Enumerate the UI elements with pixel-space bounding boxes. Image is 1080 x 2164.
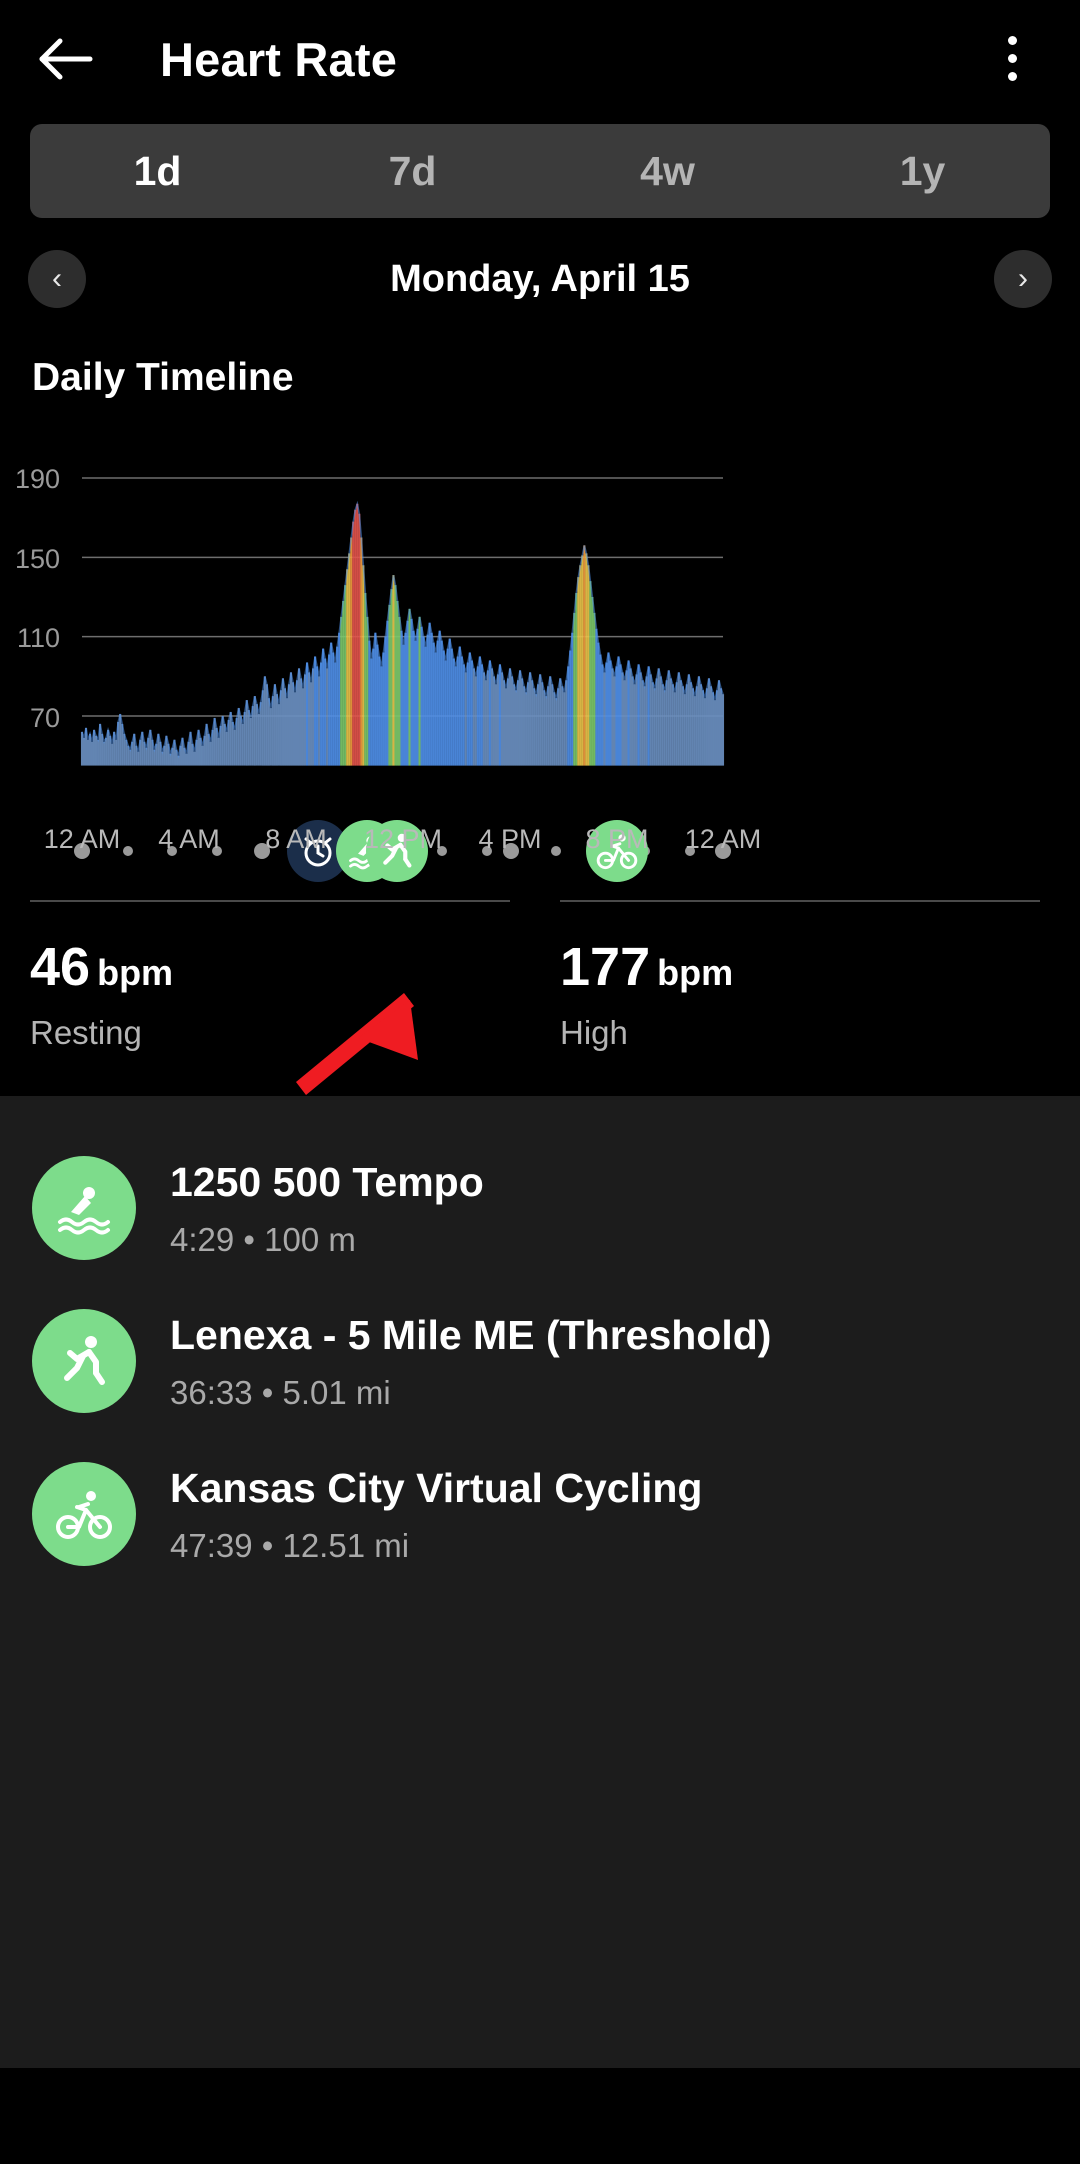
list-item[interactable]: Kansas City Virtual Cycling 47:39 • 12.5…: [0, 1438, 1080, 1590]
stat-resting: 46 bpm Resting: [30, 900, 510, 1049]
time-tick-1: 4 AM: [158, 824, 220, 854]
stat-resting-unit: bpm: [97, 952, 174, 993]
heart-rate-screen: Heart Rate 1d 7d 4w 1y ‹ Monday, April 1…: [0, 0, 1080, 2164]
activity-title: 1250 500 Tempo: [170, 1158, 484, 1205]
activity-meta: 47:39 • 12.51 mi: [170, 1527, 410, 1565]
divider: [30, 900, 510, 902]
activity-meta: 4:29 • 100 m: [170, 1221, 356, 1259]
activity-text: Lenexa - 5 Mile ME (Threshold) 36:33 • 5…: [170, 1311, 772, 1412]
activity-text: 1250 500 Tempo 4:29 • 100 m: [170, 1158, 484, 1259]
heart-rate-chart[interactable]: 190 150 110 70: [0, 440, 1080, 800]
daily-timeline-heading: Daily Timeline: [32, 356, 294, 399]
selected-date-label: Monday, April 15: [390, 258, 690, 300]
app-bar: Heart Rate: [0, 0, 1080, 118]
run-icon: [32, 1309, 136, 1413]
stat-high-label: High: [560, 1014, 628, 1051]
stat-high: 177 bpm High: [560, 900, 1040, 1049]
page-title: Heart Rate: [160, 32, 398, 86]
summary-stats: 46 bpm Resting 177 bpm High: [0, 900, 1080, 1080]
range-tab-4w[interactable]: 4w: [540, 150, 795, 192]
time-axis-labels: 12 AM 4 AM 8 AM 12 PM 4 PM 8 PM 12 AM: [0, 826, 1080, 874]
stat-high-value: 177 bpm: [560, 940, 1040, 994]
stat-high-unit: bpm: [657, 952, 734, 993]
activity-text: Kansas City Virtual Cycling 47:39 • 12.5…: [170, 1464, 703, 1565]
range-tab-7d[interactable]: 7d: [285, 150, 540, 192]
time-tick-2: 8 AM: [265, 824, 327, 854]
list-item[interactable]: 1250 500 Tempo 4:29 • 100 m: [0, 1132, 1080, 1284]
activity-title: Kansas City Virtual Cycling: [170, 1464, 703, 1511]
range-selector: 1d 7d 4w 1y: [30, 124, 1050, 218]
more-vertical-icon[interactable]: [966, 12, 1058, 104]
activity-title: Lenexa - 5 Mile ME (Threshold): [170, 1311, 772, 1358]
time-tick-5: 8 PM: [585, 824, 649, 854]
range-tab-1y[interactable]: 1y: [795, 150, 1050, 192]
activity-meta: 36:33 • 5.01 mi: [170, 1374, 391, 1412]
stat-high-number: 177: [560, 937, 651, 997]
date-navigator: ‹ Monday, April 15 ›: [0, 236, 1080, 322]
list-item[interactable]: Lenexa - 5 Mile ME (Threshold) 36:33 • 5…: [0, 1285, 1080, 1437]
time-tick-0: 12 AM: [43, 824, 121, 854]
time-tick-3: 12 PM: [363, 824, 443, 854]
back-button[interactable]: [18, 11, 114, 107]
bottom-spacer: [0, 2068, 1080, 2116]
chevron-left-icon[interactable]: ‹: [28, 250, 86, 308]
chart-plot: [80, 477, 725, 766]
chevron-right-icon[interactable]: ›: [994, 250, 1052, 308]
time-tick-6: 12 AM: [684, 824, 762, 854]
range-tab-1d[interactable]: 1d: [30, 150, 285, 192]
time-tick-4: 4 PM: [478, 824, 542, 854]
activity-list: 1250 500 Tempo 4:29 • 100 m Lenexa - 5 M: [0, 1096, 1080, 2116]
stat-resting-number: 46: [30, 937, 91, 997]
stat-resting-value: 46 bpm: [30, 940, 510, 994]
bike-icon: [32, 1462, 136, 1566]
swim-icon: [32, 1156, 136, 1260]
divider: [560, 900, 1040, 902]
stat-resting-label: Resting: [30, 1014, 142, 1051]
